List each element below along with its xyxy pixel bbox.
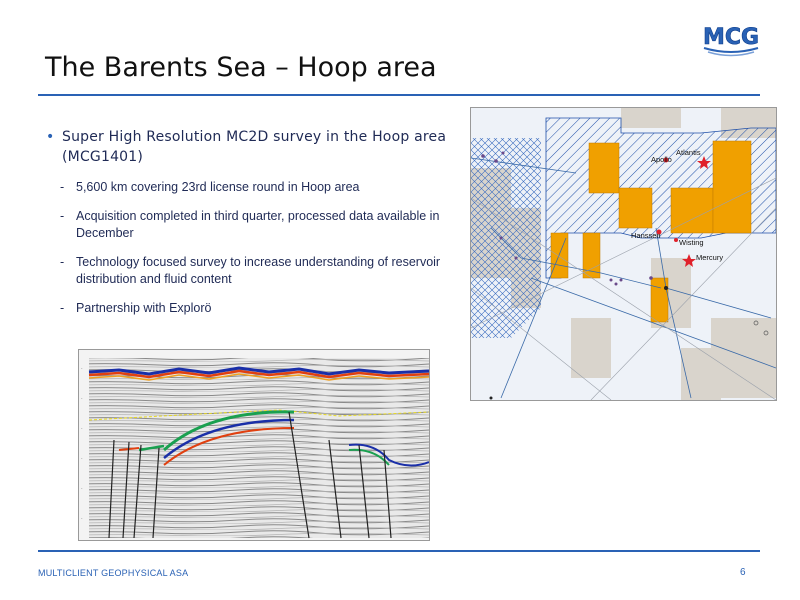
footer-divider [38,550,760,552]
svg-text:-: - [81,426,83,431]
mcg-logo: MCG [703,25,759,57]
svg-text:-: - [81,486,83,491]
page-number: 6 [740,567,746,578]
main-bullet: • Super High Resolution MC2D survey in t… [46,127,466,167]
sub-bullet: - Technology focused survey to increase u… [60,255,441,286]
seismic-section-image: - - - - - - [78,349,430,541]
svg-text:-: - [81,456,83,461]
map-label-wisting: Wisting [679,238,704,247]
sub-bullet: - Partnership with Explorö [60,301,212,315]
sub-bullet: -5,600 km covering 23rd license round in… [60,180,360,194]
map-label-apollo: Apollo [651,155,672,164]
svg-text:MCG: MCG [703,25,759,50]
svg-text:-: - [81,516,83,521]
page-title: The Barents Sea – Hoop area [45,52,437,83]
title-divider [38,94,760,96]
main-bullet-text: Super High Resolution MC2D survey in the… [62,129,447,165]
map-label-mercury: Mercury [696,253,723,262]
sub-bullet: - Acquisition completed in third quarter,… [60,209,440,240]
bullet-list: • Super High Resolution MC2D survey in t… [46,127,466,317]
sub-bullet-list: -5,600 km covering 23rd license round in… [46,179,466,317]
svg-text:-: - [81,396,83,401]
svg-text:-: - [81,366,83,371]
map-label-hanssen: Hanssen [631,231,661,240]
hoop-area-map: Atlantis Apollo Hanssen Wisting Mercury [470,107,777,401]
footer-company: MULTICLIENT GEOPHYSICAL ASA [38,568,189,578]
map-label-atlantis: Atlantis [676,148,701,157]
bullet-dot-icon: • [46,129,55,145]
